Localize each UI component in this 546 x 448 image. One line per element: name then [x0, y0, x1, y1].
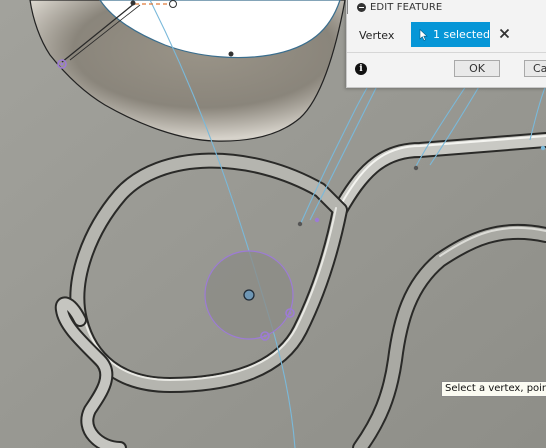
vertex-select-button[interactable]: 1 selected — [411, 22, 490, 47]
panel-header[interactable]: EDIT FEATURE — [357, 1, 442, 14]
edit-feature-panel: EDIT FEATURE Vertex 1 selected i OK Ca — [346, 0, 546, 88]
selection-count-label: 1 selected — [433, 28, 490, 41]
info-icon[interactable]: i — [355, 63, 367, 75]
selection-tooltip: Select a vertex, point — [441, 381, 546, 397]
panel-divider — [347, 52, 546, 53]
vertex-selection-label: Vertex — [359, 29, 395, 42]
close-icon[interactable] — [499, 28, 510, 39]
panel-grip[interactable] — [347, 0, 352, 14]
panel-title: EDIT FEATURE — [370, 2, 443, 13]
center-vertex[interactable] — [243, 289, 255, 301]
cursor-arrow-icon — [419, 28, 428, 41]
ok-button[interactable]: OK — [454, 60, 500, 77]
selected-circle[interactable] — [204, 250, 294, 340]
minus-circle-icon[interactable] — [357, 3, 366, 12]
cancel-button[interactable]: Ca — [524, 60, 546, 77]
